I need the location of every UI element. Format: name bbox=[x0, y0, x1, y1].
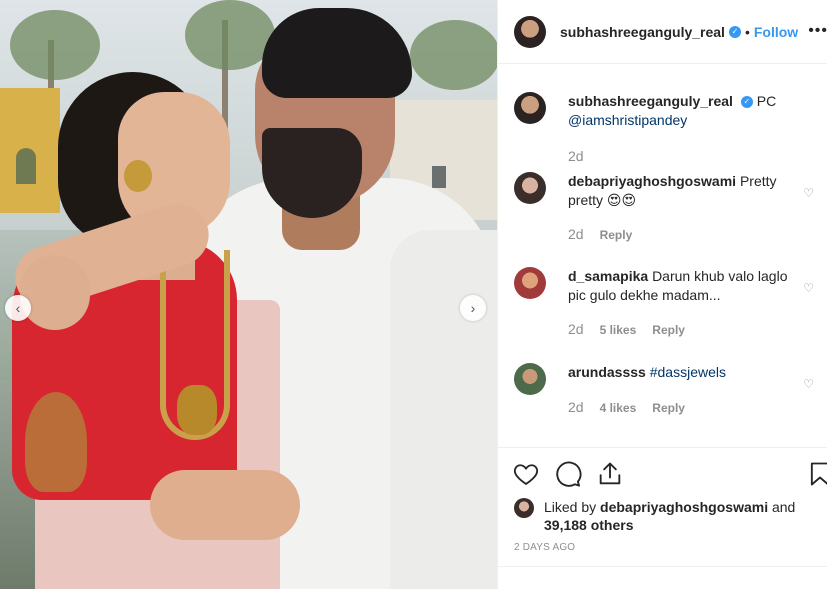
caption-mention[interactable]: @iamshristipandey bbox=[568, 112, 687, 128]
man-arm bbox=[390, 230, 497, 589]
likes-count[interactable]: 39,188 others bbox=[544, 517, 634, 533]
separator-dot: • bbox=[744, 23, 750, 40]
post-actions: Liked by debapriyaghoshgoswami and 39,18… bbox=[498, 447, 827, 589]
avatar[interactable] bbox=[514, 172, 546, 204]
reply-button[interactable]: Reply bbox=[600, 228, 633, 242]
list-item: d_samapika Darun khub valo laglo pic gul… bbox=[514, 267, 814, 347]
heart-icon[interactable]: ♡ bbox=[803, 377, 814, 391]
liked-by-and: and bbox=[771, 499, 796, 515]
comment-username[interactable]: arundassss bbox=[568, 364, 646, 380]
avatar[interactable] bbox=[514, 92, 546, 124]
caption-text: subhashreeganguly_real ✓ PC @iamshristip… bbox=[568, 92, 798, 130]
comment-username[interactable]: debapriyaghoshgoswami bbox=[568, 173, 736, 189]
comment-text: d_samapika Darun khub valo laglo pic gul… bbox=[568, 267, 798, 305]
more-options-icon[interactable]: ••• bbox=[808, 22, 827, 40]
yellow-building bbox=[0, 88, 60, 213]
liked-by-prefix: Liked by bbox=[544, 499, 597, 515]
caption-username[interactable]: subhashreeganguly_real bbox=[568, 93, 733, 109]
list-item: debapriyaghoshgoswami Pretty pretty 😍😍 2… bbox=[514, 172, 814, 252]
comment-icon[interactable] bbox=[554, 460, 582, 488]
avatar[interactable] bbox=[514, 363, 546, 395]
caption-time[interactable]: 2d bbox=[568, 148, 584, 164]
liked-by-text: Liked by debapriyaghoshgoswami and 39,18… bbox=[544, 498, 814, 534]
comment-text: arundassss #dassjewels bbox=[568, 363, 798, 382]
heart-icon[interactable]: ♡ bbox=[803, 186, 814, 200]
add-comment-area[interactable] bbox=[498, 566, 827, 589]
post-photo[interactable]: ‹ › bbox=[0, 0, 497, 589]
bookmark-icon[interactable] bbox=[806, 460, 827, 488]
post-header: subhashreeganguly_real ✓ • Follow ••• bbox=[498, 0, 827, 64]
heart-icon[interactable]: ♡ bbox=[803, 281, 814, 295]
likes-count[interactable]: 4 likes bbox=[600, 401, 637, 415]
woman-hand bbox=[20, 255, 90, 330]
follow-button[interactable]: Follow bbox=[754, 24, 798, 40]
hands-clasped bbox=[150, 470, 300, 540]
comment-meta: 2d Reply bbox=[568, 226, 632, 242]
comment-text: debapriyaghoshgoswami Pretty pretty 😍😍 bbox=[568, 172, 798, 210]
likes-count[interactable]: 5 likes bbox=[600, 323, 637, 337]
comment-time[interactable]: 2d bbox=[568, 321, 584, 337]
comment-meta: 2d 5 likes Reply bbox=[568, 321, 685, 337]
liked-by-user[interactable]: debapriyaghoshgoswami bbox=[600, 499, 768, 515]
heart-icon[interactable] bbox=[512, 460, 540, 488]
list-item: arundassss #dassjewels 2d 4 likes Reply … bbox=[514, 363, 814, 433]
comment-meta: 2d 4 likes Reply bbox=[568, 399, 685, 415]
caption-meta: 2d bbox=[568, 148, 584, 164]
header-username[interactable]: subhashreeganguly_real bbox=[560, 24, 725, 40]
avatar[interactable] bbox=[514, 15, 546, 48]
chevron-right-icon[interactable]: › bbox=[460, 295, 486, 321]
avatar[interactable] bbox=[514, 498, 534, 518]
comment-username[interactable]: d_samapika bbox=[568, 268, 648, 284]
share-icon[interactable] bbox=[596, 460, 624, 488]
blouse-embroidery bbox=[25, 392, 87, 492]
reply-button[interactable]: Reply bbox=[652, 401, 685, 415]
palm-tree bbox=[10, 10, 100, 80]
verified-badge-icon: ✓ bbox=[728, 25, 741, 38]
palm-tree bbox=[410, 20, 497, 90]
reply-button[interactable]: Reply bbox=[652, 323, 685, 337]
comment-hashtag[interactable]: #dassjewels bbox=[650, 364, 726, 380]
chevron-left-icon[interactable]: ‹ bbox=[5, 295, 31, 321]
caption-body: PC bbox=[756, 93, 777, 109]
comment-time[interactable]: 2d bbox=[568, 226, 584, 242]
gold-earring bbox=[124, 160, 152, 192]
comments-list[interactable]: subhashreeganguly_real ✓ PC @iamshristip… bbox=[498, 64, 827, 447]
necklace-pendant bbox=[177, 385, 217, 435]
comment-time[interactable]: 2d bbox=[568, 399, 584, 415]
avatar[interactable] bbox=[514, 267, 546, 299]
post-timestamp[interactable]: 2 DAYS AGO bbox=[514, 542, 575, 553]
post-side-panel: subhashreeganguly_real ✓ • Follow ••• su… bbox=[497, 0, 827, 589]
verified-badge-icon: ✓ bbox=[740, 96, 753, 109]
